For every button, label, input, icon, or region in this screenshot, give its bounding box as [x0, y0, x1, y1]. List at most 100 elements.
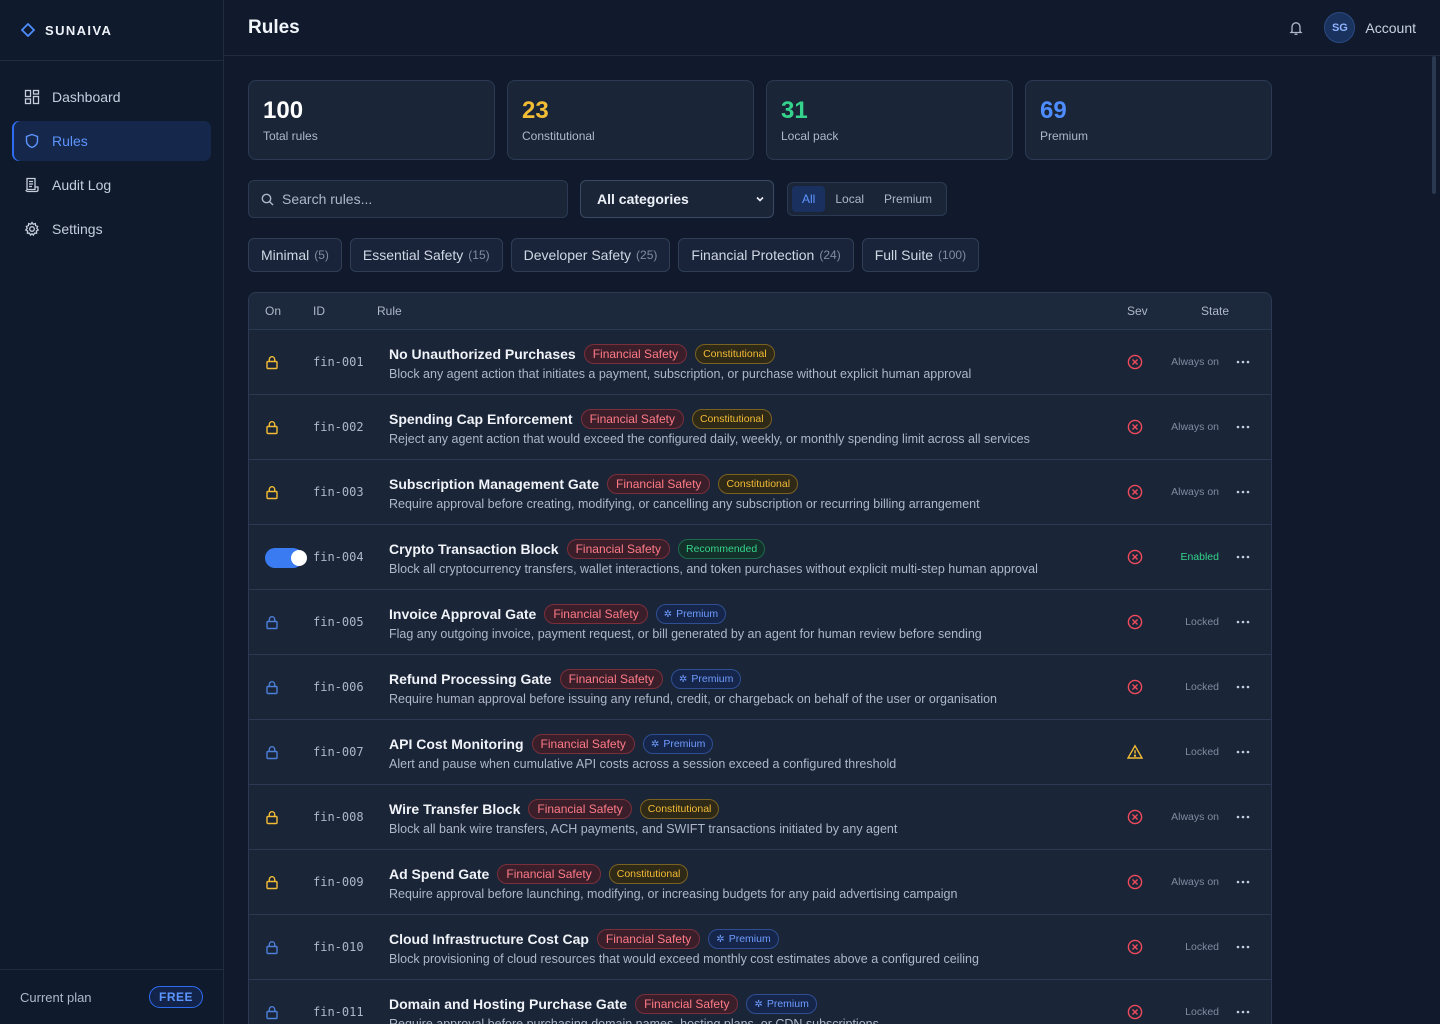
table-row[interactable]: fin-001 No Unauthorized Purchases Financ… [249, 330, 1271, 395]
rule-description: Block any agent action that initiates a … [389, 367, 972, 381]
gear-icon [24, 221, 40, 237]
chip-count: (100) [938, 248, 967, 262]
rule-state: Always on [1171, 421, 1219, 433]
category-select-value: All categories [597, 191, 689, 207]
plan-badge[interactable]: FREE [148, 986, 203, 1008]
more-options-icon[interactable] [1235, 419, 1251, 435]
table-body: fin-001 No Unauthorized Purchases Financ… [249, 330, 1271, 1024]
rule-toggle[interactable] [265, 548, 307, 568]
rule-name[interactable]: Spending Cap Enforcement [389, 411, 573, 427]
category-tag: Financial Safety [596, 929, 701, 949]
table-row[interactable]: fin-007 API Cost Monitoring Financial Sa… [249, 720, 1271, 785]
current-plan: Current plan FREE [0, 969, 223, 1024]
sidebar-item-settings[interactable]: Settings [12, 209, 211, 249]
sparkle-icon: ✲ [716, 933, 725, 945]
rule-title-line: Subscription Management Gate Financial S… [389, 473, 980, 495]
category-tag: Financial Safety [497, 864, 601, 884]
constitutional-badge: Constitutional [608, 864, 689, 884]
table-row[interactable]: fin-002 Spending Cap Enforcement Financi… [249, 395, 1271, 460]
stats-row: 100 Total rules 23 Constitutional 31 Loc… [248, 80, 1272, 160]
more-options-icon[interactable] [1235, 679, 1251, 695]
preset-chip-full-suite[interactable]: Full Suite (100) [861, 238, 980, 272]
premium-badge: ✲ Premium [655, 604, 727, 624]
stat-label: Premium [1040, 129, 1089, 143]
search-placeholder: Search rules... [282, 191, 373, 207]
badge-label: Premium [676, 608, 719, 620]
column-header-rule: Rule [377, 304, 402, 318]
rule-name[interactable]: Crypto Transaction Block [389, 541, 559, 557]
preset-chip-essential-safety[interactable]: Essential Safety (15) [349, 238, 503, 272]
rule-name[interactable]: Cloud Infrastructure Cost Cap [389, 931, 589, 947]
more-options-icon[interactable] [1235, 614, 1251, 630]
sidebar-item-dashboard[interactable]: Dashboard [12, 77, 211, 117]
table-row[interactable]: fin-010 Cloud Infrastructure Cost Cap Fi… [249, 915, 1271, 980]
more-options-icon[interactable] [1235, 939, 1251, 955]
sidebar-item-rules[interactable]: Rules [12, 121, 211, 161]
category-select[interactable]: All categories [580, 180, 774, 218]
segment-local[interactable]: Local [825, 186, 874, 212]
rule-body: API Cost Monitoring Financial Safety ✲ Pr… [389, 733, 896, 771]
preset-chips: Minimal (5) Essential Safety (15) Develo… [248, 238, 1272, 272]
rule-name[interactable]: Ad Spend Gate [389, 866, 489, 882]
table-row[interactable]: fin-011 Domain and Hosting Purchase Gate… [249, 980, 1271, 1024]
lock-icon [266, 615, 278, 630]
chip-count: (5) [314, 248, 329, 262]
rule-name[interactable]: API Cost Monitoring [389, 736, 524, 752]
rule-name[interactable]: No Unauthorized Purchases [389, 346, 576, 362]
rule-name[interactable]: Subscription Management Gate [389, 476, 599, 492]
source-filter-segmented: All Local Premium [787, 182, 948, 216]
segment-premium[interactable]: Premium [874, 186, 942, 212]
preset-chip-financial-protection[interactable]: Financial Protection (24) [678, 238, 854, 272]
header-actions: SG Account [1288, 12, 1416, 43]
filter-controls: Search rules... All categories All Local… [248, 180, 1272, 218]
rule-title-line: Spending Cap Enforcement Financial Safet… [389, 408, 1030, 430]
rule-id: fin-004 [313, 550, 364, 564]
search-input[interactable]: Search rules... [248, 180, 568, 218]
avatar[interactable]: SG [1324, 12, 1356, 43]
page-scrollbar[interactable] [1432, 56, 1436, 194]
critical-icon [1127, 679, 1143, 695]
bell-icon[interactable] [1288, 20, 1304, 36]
more-options-icon[interactable] [1235, 354, 1251, 370]
rule-description: Reject any agent action that would excee… [389, 432, 1030, 446]
rule-name[interactable]: Domain and Hosting Purchase Gate [389, 996, 627, 1012]
critical-icon [1127, 549, 1143, 565]
account-menu[interactable]: Account [1365, 20, 1416, 36]
preset-chip-developer-safety[interactable]: Developer Safety (25) [510, 238, 671, 272]
sidebar-item-label: Rules [52, 133, 88, 149]
brand[interactable]: SUNAIVA [0, 0, 223, 61]
more-options-icon[interactable] [1235, 809, 1251, 825]
preset-chip-minimal[interactable]: Minimal (5) [248, 238, 342, 272]
sidebar-item-label: Audit Log [52, 177, 112, 193]
rule-name[interactable]: Refund Processing Gate [389, 671, 552, 687]
rule-id: fin-001 [313, 355, 364, 369]
stat-value: 23 [522, 97, 549, 124]
sidebar-item-audit-log[interactable]: Audit Log [12, 165, 211, 205]
category-tag: Financial Safety [635, 994, 739, 1014]
table-row[interactable]: fin-008 Wire Transfer Block Financial Sa… [249, 785, 1271, 850]
table-row[interactable]: fin-009 Ad Spend Gate Financial Safety C… [249, 850, 1271, 915]
more-options-icon[interactable] [1235, 874, 1251, 890]
chip-count: (15) [468, 248, 490, 262]
segment-all[interactable]: All [792, 186, 826, 212]
receipt-icon [24, 177, 40, 193]
chip-label: Full Suite [874, 247, 934, 263]
rule-body: Wire Transfer Block Financial Safety Con… [389, 798, 897, 836]
rule-id: fin-002 [313, 420, 364, 434]
table-row[interactable]: fin-003 Subscription Management Gate Fin… [249, 460, 1271, 525]
more-options-icon[interactable] [1235, 549, 1251, 565]
stat-card-constitutional: 23 Constitutional [507, 80, 754, 160]
rule-name[interactable]: Wire Transfer Block [389, 801, 520, 817]
rule-body: Crypto Transaction Block Financial Safet… [389, 538, 1038, 576]
rule-body: No Unauthorized Purchases Financial Safe… [389, 343, 971, 381]
rule-description: Block all bank wire transfers, ACH payme… [389, 822, 898, 836]
table-row[interactable]: fin-006 Refund Processing Gate Financial… [249, 655, 1271, 720]
rule-id: fin-010 [313, 940, 364, 954]
rule-title-line: Wire Transfer Block Financial Safety Con… [389, 798, 897, 820]
rule-name[interactable]: Invoice Approval Gate [389, 606, 536, 622]
more-options-icon[interactable] [1235, 484, 1251, 500]
table-row[interactable]: fin-005 Invoice Approval Gate Financial … [249, 590, 1271, 655]
more-options-icon[interactable] [1235, 744, 1251, 760]
table-row[interactable]: fin-004 Crypto Transaction Block Financi… [249, 525, 1271, 590]
more-options-icon[interactable] [1235, 1004, 1251, 1020]
